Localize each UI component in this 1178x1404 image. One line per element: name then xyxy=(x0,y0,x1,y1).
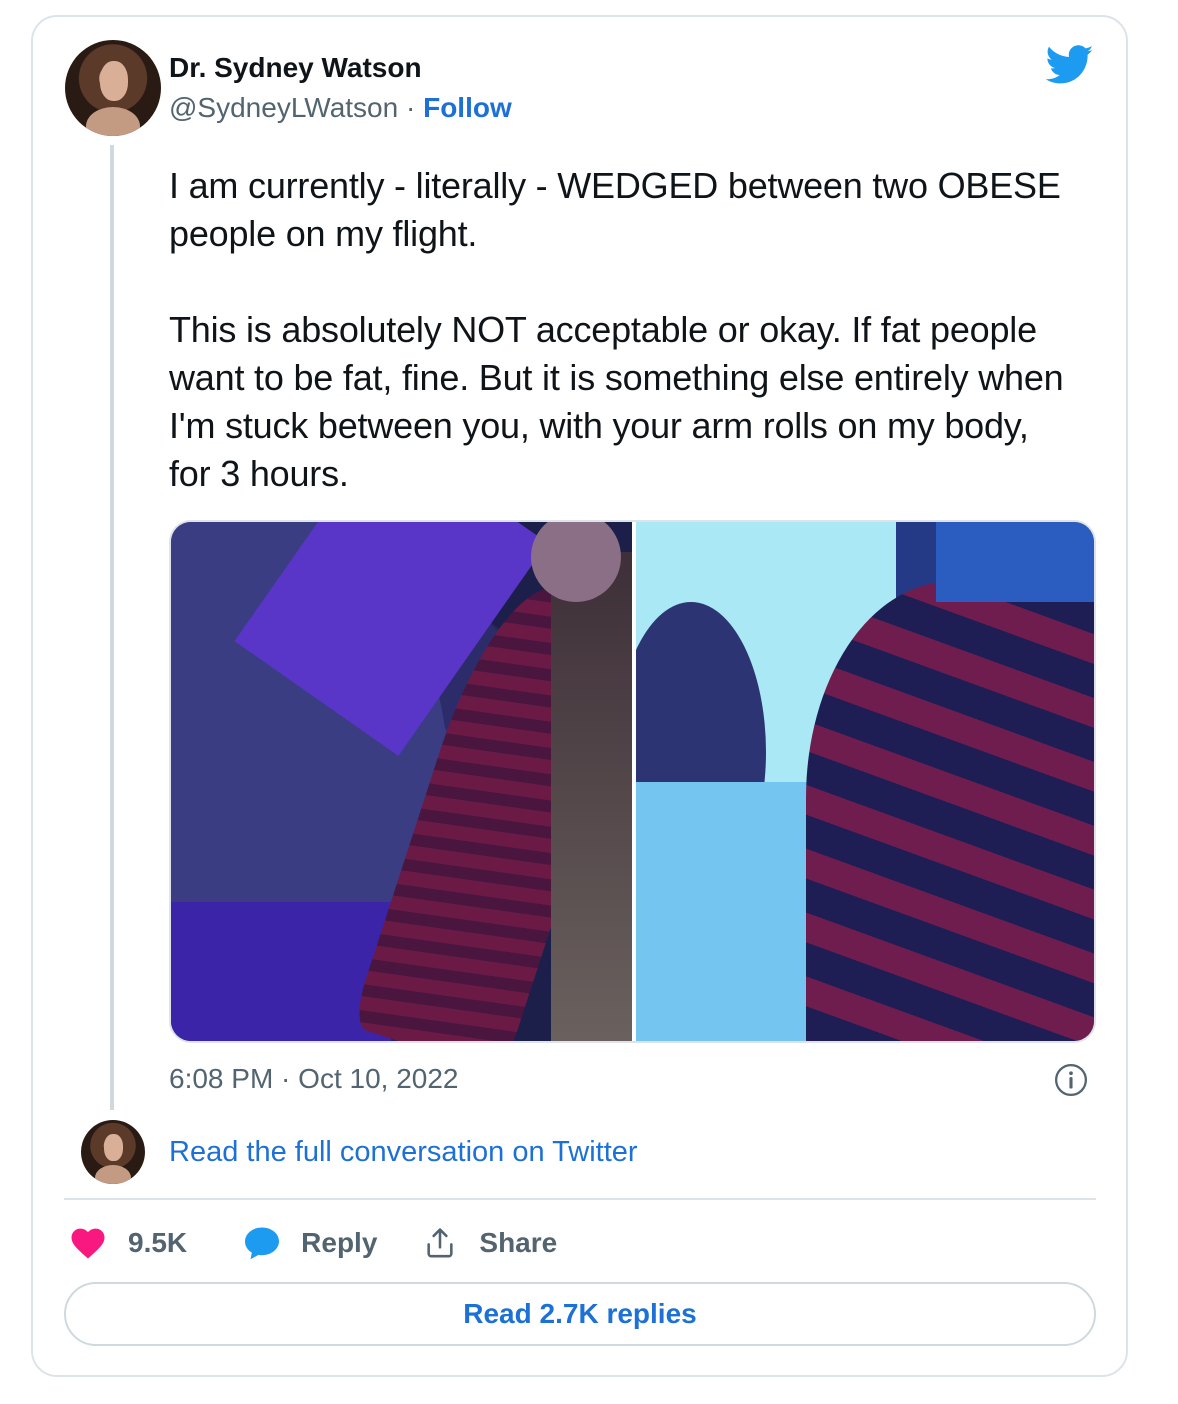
conversation-avatar[interactable] xyxy=(81,1120,145,1184)
handle-separator: · xyxy=(405,92,416,123)
divider xyxy=(64,1198,1096,1200)
author-handle[interactable]: @SydneyLWatson xyxy=(169,92,398,123)
read-conversation-link[interactable]: Read the full conversation on Twitter xyxy=(169,1136,638,1169)
heart-icon xyxy=(71,1228,105,1259)
like-count: 9.5K xyxy=(128,1227,188,1258)
read-replies-button[interactable]: Read 2.7K replies xyxy=(64,1282,1096,1346)
info-icon[interactable] xyxy=(1054,1063,1088,1097)
tweet-actions: 9.5K Reply Share xyxy=(70,1222,557,1264)
follow-link[interactable]: Follow xyxy=(423,92,512,123)
speech-bubble-icon xyxy=(245,1227,280,1260)
reply-label: Reply xyxy=(301,1227,378,1258)
tweet-timestamp[interactable]: 6:08 PM · Oct 10, 2022 xyxy=(169,1063,459,1095)
author-avatar[interactable] xyxy=(65,40,161,136)
twitter-bird-icon[interactable] xyxy=(1046,45,1094,85)
author-handle-row: @SydneyLWatson · Follow xyxy=(169,92,512,124)
author-name[interactable]: Dr. Sydney Watson xyxy=(169,52,422,84)
tweet-media xyxy=(169,520,1096,1043)
tweet-photo-1[interactable] xyxy=(171,522,632,1041)
tweet-photo-2[interactable] xyxy=(636,522,1094,1041)
thread-line xyxy=(110,145,114,1110)
share-upload-icon xyxy=(427,1228,454,1258)
share-label: Share xyxy=(479,1227,558,1258)
reply-button[interactable]: Reply xyxy=(243,1226,377,1260)
tweet-text: I am currently - literally - WEDGED betw… xyxy=(169,165,1064,494)
share-button[interactable]: Share xyxy=(423,1226,557,1260)
like-button[interactable]: 9.5K xyxy=(70,1226,187,1260)
